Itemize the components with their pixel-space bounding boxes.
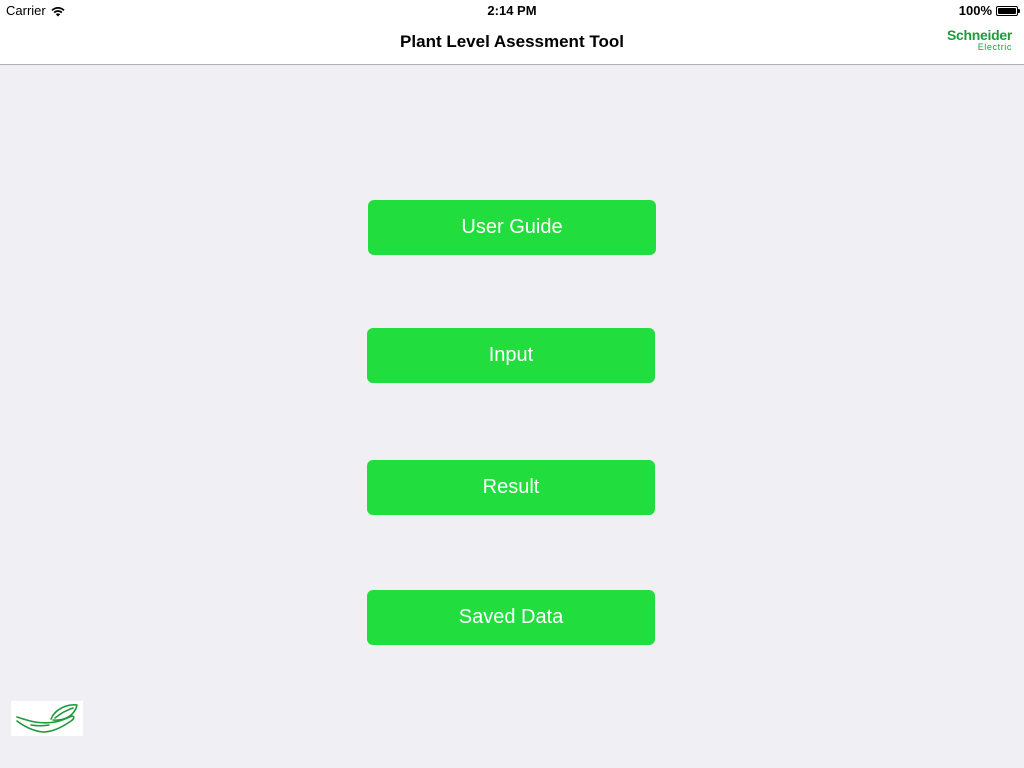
hand-leaf-icon (11, 701, 83, 736)
battery-icon (996, 5, 1020, 16)
brand-logo-bottom-text: Electric (977, 42, 1012, 52)
result-button-label: Result (482, 476, 540, 498)
battery-tip (1018, 8, 1020, 13)
user-guide-button[interactable]: User Guide (368, 200, 656, 255)
input-button[interactable]: Input (367, 328, 655, 383)
status-time: 2:14 PM (487, 3, 537, 18)
battery-fill (998, 7, 1016, 14)
home-screen: Carrier 2:14 PM 100% Plant Level Asessme… (0, 0, 1024, 768)
input-button-label: Input (488, 344, 534, 366)
navigation-bar: Plant Level Asessment Tool Schneider Ele… (0, 20, 1024, 65)
user-guide-button-label: User Guide (461, 216, 563, 238)
saved-data-button[interactable]: Saved Data (367, 590, 655, 645)
brand-logo-top-text: Schneider (947, 27, 1012, 43)
status-bar: Carrier 2:14 PM 100% (0, 0, 1024, 20)
battery-percent: 100% (958, 3, 992, 18)
battery-indicator: 100% (958, 3, 1020, 18)
result-button[interactable]: Result (367, 460, 655, 515)
page-title: Plant Level Asessment Tool (400, 32, 624, 51)
schneider-electric-logo: Schneider Electric (940, 28, 1012, 54)
saved-data-button-label: Saved Data (458, 606, 564, 628)
